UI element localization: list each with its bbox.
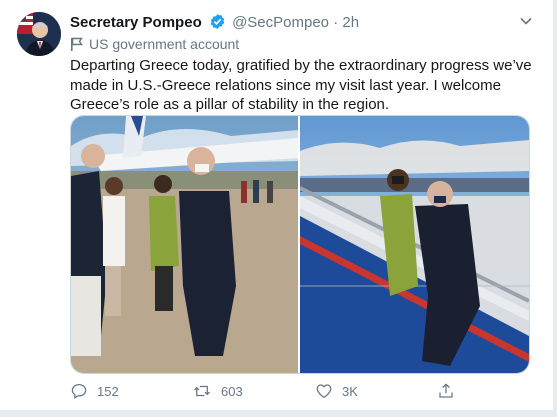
like-count: 3K [342,383,358,399]
avatar[interactable] [17,12,61,56]
account-label: US government account [70,35,239,53]
reply-count: 152 [97,383,119,399]
like-button[interactable]: 3K [315,380,358,402]
retweet-icon [194,385,210,397]
timestamp[interactable]: 2h [342,14,359,31]
reply-icon [71,383,87,399]
tweet-text: Departing Greece today, gratified by the… [70,57,532,113]
display-name[interactable]: Secretary Pompeo [70,14,202,31]
separator-dot: · [333,14,339,31]
tweet-header: Secretary Pompeo @SecPompeo · 2h [70,13,533,33]
share-icon [439,383,453,398]
verified-badge-icon [209,13,226,36]
reply-button[interactable]: 152 [70,380,119,402]
flag-icon [71,37,83,51]
share-button[interactable] [437,380,464,402]
tweet-card[interactable]: Secretary Pompeo @SecPompeo · 2h US gove… [0,0,554,411]
chevron-down-icon[interactable] [517,12,535,30]
account-label-text: US government account [89,36,240,52]
action-bar: 152 603 3K [70,380,470,402]
like-icon [316,384,332,399]
photo-tarmac[interactable] [71,116,298,373]
photo-stairs[interactable] [300,116,529,373]
user-handle[interactable]: @SecPompeo [232,14,329,31]
retweet-button[interactable]: 603 [192,380,243,402]
tweet-media[interactable] [70,115,530,374]
retweet-count: 603 [221,383,243,399]
